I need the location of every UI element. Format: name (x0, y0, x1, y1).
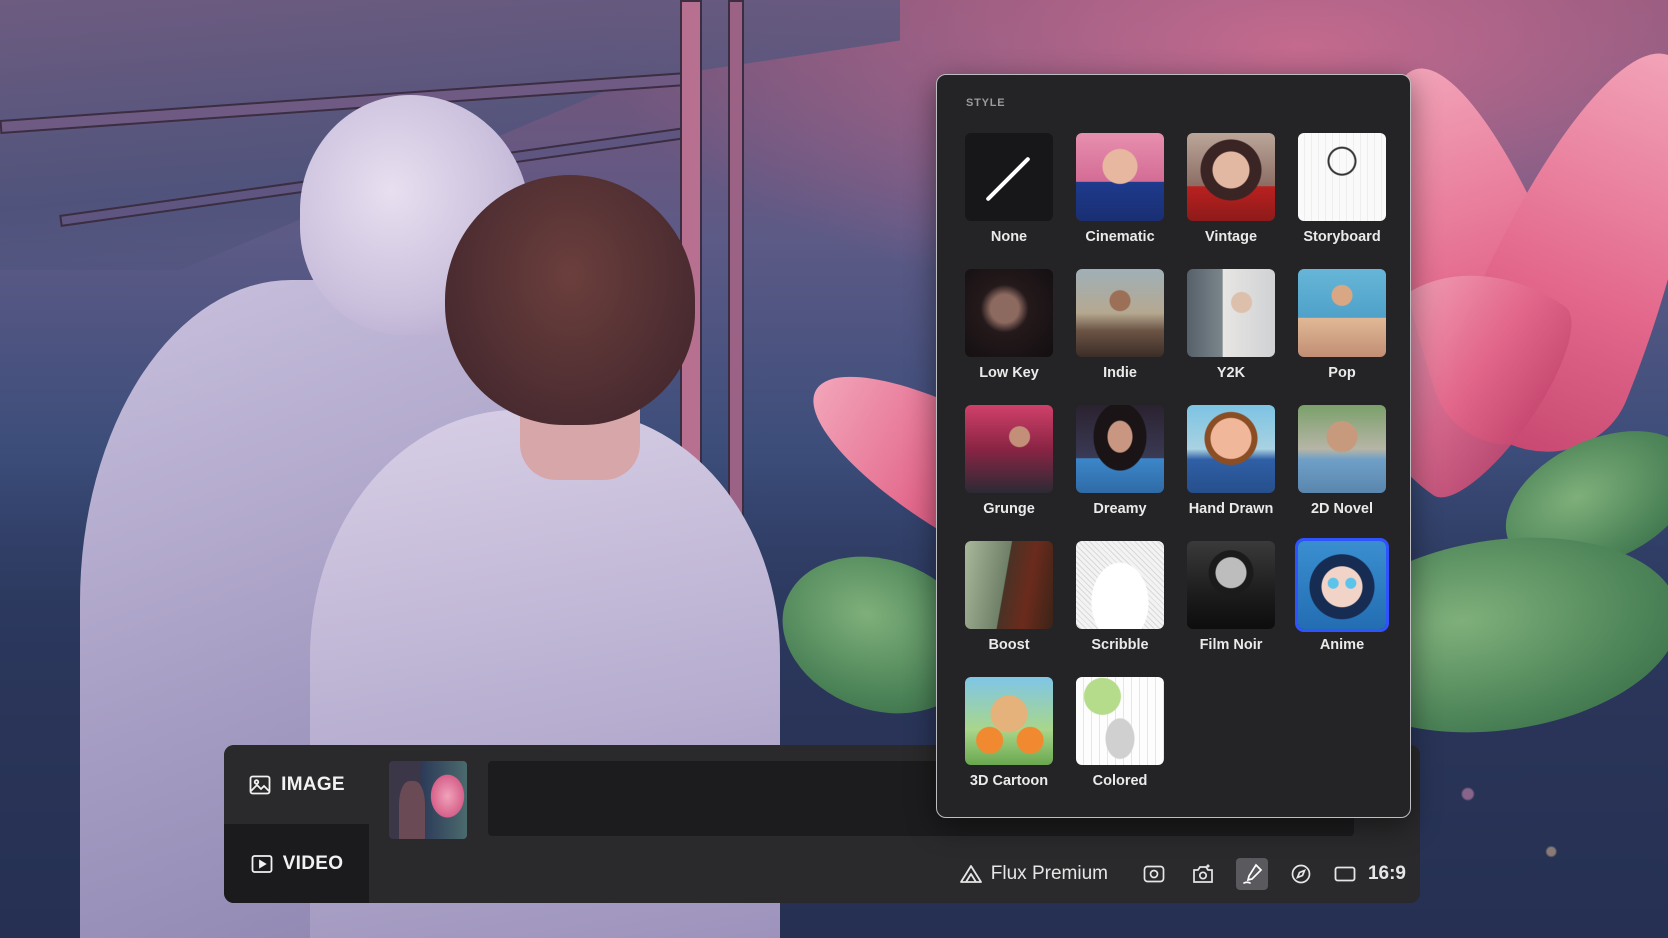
flux-logo-icon (959, 865, 982, 883)
style-none-thumbnail (965, 133, 1053, 221)
style-3d-cartoon[interactable]: 3D Cartoon (965, 677, 1053, 813)
aspect-ratio-icon (1334, 866, 1356, 882)
aspect-ratio-label: 16:9 (1367, 863, 1406, 884)
camera-add-icon (1193, 864, 1213, 883)
style-none[interactable]: None (965, 133, 1053, 269)
style-3d-cartoon-thumbnail (965, 677, 1053, 765)
style-vintage[interactable]: Vintage (1187, 133, 1275, 269)
style-label: Hand Drawn (1188, 501, 1274, 517)
style-indie-thumbnail (1076, 269, 1164, 357)
style-label: Dreamy (1093, 501, 1147, 517)
style-label: Anime (1319, 637, 1365, 653)
style-anime[interactable]: Anime (1295, 538, 1389, 677)
style-low-key[interactable]: Low Key (965, 269, 1053, 405)
style-2d-novel[interactable]: 2D Novel (1298, 405, 1386, 541)
style-label: None (990, 229, 1028, 245)
reference-image-thumbnail[interactable] (389, 761, 467, 839)
style-boost-thumbnail (965, 541, 1053, 629)
style-dreamy-thumbnail (1076, 405, 1164, 493)
style-scribble[interactable]: Scribble (1076, 541, 1164, 677)
compass-button[interactable] (1285, 858, 1317, 890)
style-label: Low Key (979, 365, 1039, 381)
style-indie[interactable]: Indie (1076, 269, 1164, 405)
style-panel-title: STYLE (966, 97, 1006, 109)
style-film-noir-thumbnail (1187, 541, 1275, 629)
aspect-ratio-button[interactable]: 16:9 (1334, 863, 1406, 885)
style-hand-drawn[interactable]: Hand Drawn (1187, 405, 1275, 541)
image-mode-button[interactable]: IMAGE (224, 745, 369, 824)
style-scribble-thumbnail (1076, 541, 1164, 629)
style-boost[interactable]: Boost (965, 541, 1053, 677)
style-low-key-thumbnail (965, 269, 1053, 357)
style-label: Boost (988, 637, 1030, 653)
style-y2k-thumbnail (1187, 269, 1275, 357)
style-label: Cinematic (1085, 229, 1155, 245)
style-grunge[interactable]: Grunge (965, 405, 1053, 541)
style-label: Scribble (1091, 637, 1149, 653)
style-label: Pop (1328, 365, 1356, 381)
style-label: 3D Cartoon (969, 773, 1049, 789)
compass-icon (1291, 864, 1311, 884)
image-icon (249, 775, 271, 794)
image-reference-button[interactable] (1138, 858, 1170, 890)
style-vintage-thumbnail (1187, 133, 1275, 221)
style-label: 2D Novel (1310, 501, 1374, 517)
style-label: Y2K (1216, 365, 1246, 381)
style-label: Film Noir (1199, 637, 1263, 653)
camera-add-button[interactable] (1187, 858, 1219, 890)
style-label: Colored (1092, 773, 1148, 789)
style-hand-drawn-thumbnail (1187, 405, 1275, 493)
style-label: Indie (1103, 365, 1137, 381)
generation-toolbar: Flux Premium 16:9 (224, 845, 1420, 903)
style-colored[interactable]: Colored (1076, 677, 1164, 813)
style-cinematic[interactable]: Cinematic (1076, 133, 1164, 269)
style-anime-thumbnail (1295, 538, 1389, 632)
style-cinematic-thumbnail (1076, 133, 1164, 221)
style-pop[interactable]: Pop (1298, 269, 1386, 405)
style-grid: None Cinematic Vintage Storyboard Low Key Ind… (965, 133, 1389, 813)
style-brush-button[interactable] (1235, 858, 1268, 890)
boy-figure-hair (445, 175, 695, 425)
style-label: Vintage (1204, 229, 1258, 245)
style-y2k[interactable]: Y2K (1187, 269, 1275, 405)
style-brush-icon (1243, 863, 1263, 884)
model-selector-button[interactable]: Flux Premium (959, 863, 1108, 885)
image-mode-label: IMAGE (281, 773, 345, 795)
style-colored-thumbnail (1076, 677, 1164, 765)
style-storyboard[interactable]: Storyboard (1298, 133, 1386, 269)
style-film-noir[interactable]: Film Noir (1187, 541, 1275, 677)
style-label: Grunge (983, 501, 1035, 517)
image-reference-icon (1143, 865, 1165, 883)
style-pop-thumbnail (1298, 269, 1386, 357)
style-2d-novel-thumbnail (1298, 405, 1386, 493)
style-picker-panel: STYLE None Cinematic Vintage Storyboard Low … (936, 74, 1411, 818)
style-storyboard-thumbnail (1298, 133, 1386, 221)
style-grunge-thumbnail (965, 405, 1053, 493)
style-dreamy[interactable]: Dreamy (1076, 405, 1164, 541)
style-label: Storyboard (1303, 229, 1381, 245)
model-label: Flux Premium (990, 863, 1108, 884)
